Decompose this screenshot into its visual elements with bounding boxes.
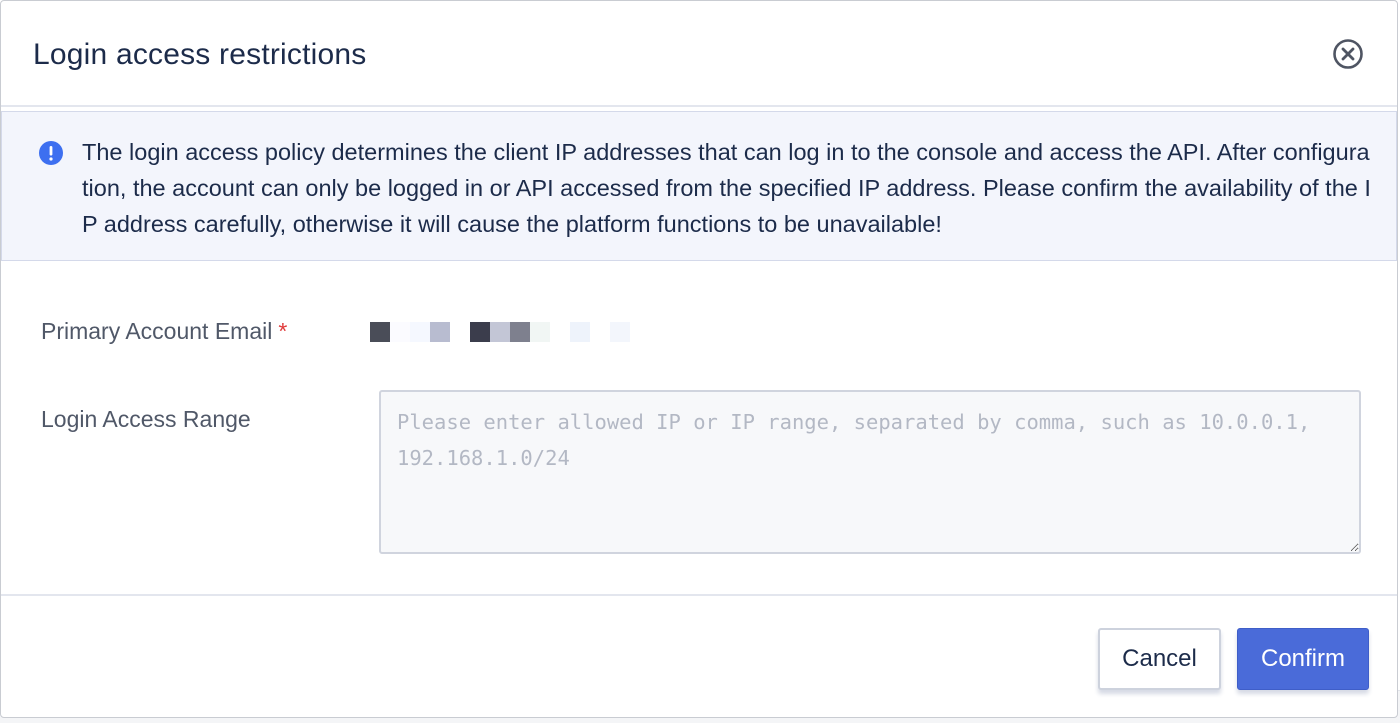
confirm-button[interactable]: Confirm bbox=[1237, 628, 1369, 690]
dialog-footer: Cancel Confirm bbox=[1, 594, 1397, 717]
dialog-header: Login access restrictions bbox=[1, 1, 1397, 107]
dialog-title: Login access restrictions bbox=[33, 38, 367, 71]
email-label-text: Primary Account Email bbox=[41, 318, 273, 344]
login-access-range-input[interactable] bbox=[379, 390, 1361, 554]
range-field-label: Login Access Range bbox=[41, 406, 251, 432]
email-value-redacted bbox=[370, 322, 632, 342]
cancel-button[interactable]: Cancel bbox=[1098, 628, 1221, 690]
required-mark: * bbox=[278, 318, 288, 344]
info-exclamation-icon bbox=[39, 141, 63, 165]
email-field-label: Primary Account Email * bbox=[41, 318, 287, 345]
notice-banner: The login access policy determines the c… bbox=[1, 111, 1397, 261]
login-access-dialog: Login access restrictions The login acce… bbox=[0, 0, 1398, 718]
notice-text: The login access policy determines the c… bbox=[82, 139, 1371, 237]
close-button[interactable] bbox=[1333, 39, 1363, 69]
circle-x-icon bbox=[1333, 39, 1363, 69]
